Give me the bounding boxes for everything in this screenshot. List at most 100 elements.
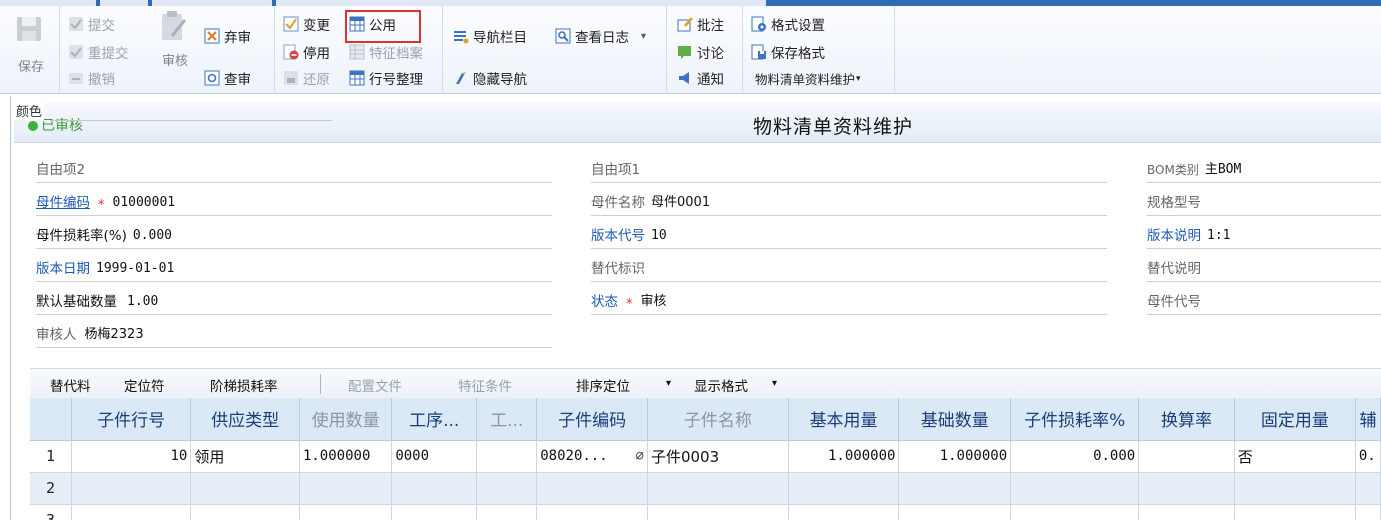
parent-alias-field[interactable]: 母件代号 — [1147, 289, 1381, 315]
col-header-line[interactable]: 子件行号 — [71, 398, 192, 441]
save-button[interactable]: 保存 — [14, 14, 48, 75]
table-row[interactable]: 3 — [30, 504, 1381, 520]
config-file-button[interactable]: 配置文件 — [348, 375, 402, 395]
annotate-button[interactable]: 批注 — [677, 14, 724, 34]
free1-field[interactable]: 自由项1 — [591, 157, 1107, 183]
cell-code[interactable]: 08020... ⌀ — [536, 440, 648, 473]
sort-locate-button[interactable]: 排序定位 — [576, 375, 630, 395]
sort-locate-dropdown-icon[interactable]: ▾ — [666, 378, 671, 389]
cell-aux[interactable] — [1355, 472, 1381, 505]
auditor-field[interactable]: 审核人 杨梅2323 — [36, 322, 552, 348]
cell-base-use[interactable] — [788, 472, 900, 505]
step-loss-button[interactable]: 阶梯损耗率 — [210, 375, 278, 395]
nav-bar-button[interactable]: 导航栏目 — [453, 26, 527, 46]
col-header-fixed[interactable]: 固定用量 — [1234, 398, 1356, 441]
cell-use-qty[interactable] — [299, 504, 393, 520]
cell-base-qty[interactable]: 1.000000 — [898, 440, 1012, 473]
parent-loss-field[interactable]: 母件损耗率(%) 0.000 — [36, 223, 552, 249]
cell-code[interactable] — [536, 472, 648, 505]
col-header-name[interactable]: 子件名称 — [647, 398, 789, 441]
bom-type-field[interactable]: BOM类别 主BOM — [1147, 157, 1381, 183]
version-desc-field[interactable]: 版本说明 1:1 — [1147, 223, 1381, 249]
check-audit-button[interactable]: 查审 — [204, 68, 251, 88]
col-header-conv[interactable]: 换算率 — [1138, 398, 1235, 441]
format-settings-button[interactable]: 格式设置 — [751, 14, 825, 34]
audit-button[interactable]: 审核 — [158, 10, 192, 69]
notify-button[interactable]: 通知 — [677, 68, 724, 88]
cell-line[interactable]: 10 — [71, 440, 192, 473]
save-format-button[interactable]: 保存格式 — [751, 42, 825, 62]
col-header-use-qty[interactable]: 使用数量 — [299, 398, 393, 441]
cell-proc2[interactable] — [476, 440, 538, 473]
cell-supply[interactable] — [190, 472, 300, 505]
cell-proc[interactable] — [391, 504, 478, 520]
color-field[interactable] — [50, 101, 332, 121]
cell-supply[interactable]: 领用 — [190, 440, 300, 473]
substitute-button[interactable]: 替代料 — [50, 375, 91, 395]
abandon-audit-button[interactable]: 弃审 — [204, 26, 251, 46]
col-header-base-qty[interactable]: 基础数量 — [898, 398, 1012, 441]
cell-line[interactable] — [71, 504, 192, 520]
discuss-button[interactable]: 讨论 — [677, 42, 724, 62]
cell-loss[interactable]: 0.000 — [1010, 440, 1140, 473]
parent-code-field[interactable]: 母件编码 * 01000001 — [36, 190, 552, 216]
cell-base-use[interactable]: 1.000000 — [788, 440, 900, 473]
table-row[interactable]: 2 — [30, 472, 1381, 505]
cell-loss[interactable] — [1010, 504, 1140, 520]
spec-field[interactable]: 规格型号 — [1147, 190, 1381, 216]
cell-code[interactable] — [536, 504, 648, 520]
replace-flag-field[interactable]: 替代标识 — [591, 256, 1107, 282]
feature-archive-button[interactable]: 特征档案 — [349, 42, 423, 62]
col-header-aux[interactable]: 辅 — [1355, 398, 1381, 441]
cell-proc2[interactable] — [476, 504, 538, 520]
col-header-supply[interactable]: 供应类型 — [190, 398, 300, 441]
cell-base-qty[interactable] — [898, 472, 1012, 505]
cell-fixed[interactable] — [1234, 472, 1356, 505]
feature-cond-button[interactable]: 特征条件 — [458, 375, 512, 395]
bom-maint-menu[interactable]: 物料清单资料维护 ▾ — [755, 69, 861, 88]
cell-conv[interactable] — [1138, 504, 1235, 520]
view-log-dropdown-icon[interactable]: ▾ — [641, 31, 646, 42]
version-date-field[interactable]: 版本日期 1999-01-01 — [36, 256, 552, 282]
parent-name-field[interactable]: 母件名称 母件0001 — [591, 190, 1107, 216]
cell-proc[interactable] — [391, 472, 478, 505]
free2-field[interactable]: 自由项2 — [36, 157, 552, 183]
cell-use-qty[interactable] — [299, 472, 393, 505]
submit-button[interactable]: 提交 — [68, 14, 115, 34]
paperclip-icon[interactable]: ⌀ — [636, 448, 644, 464]
cell-name[interactable] — [647, 472, 789, 505]
row-arrange-button[interactable]: 行号整理 — [349, 68, 423, 88]
restore-button[interactable]: 还原 — [283, 68, 330, 88]
default-base-qty-field[interactable]: 默认基础数量 1.00 — [36, 289, 552, 315]
hide-nav-button[interactable]: 隐藏导航 — [453, 68, 527, 88]
cell-supply[interactable] — [190, 504, 300, 520]
locator-button[interactable]: 定位符 — [124, 375, 165, 395]
col-header-code[interactable]: 子件编码 — [536, 398, 648, 441]
revoke-button[interactable]: 撤销 — [68, 68, 115, 88]
cell-aux[interactable]: 0. — [1355, 440, 1381, 473]
col-header-base-use[interactable]: 基本用量 — [788, 398, 900, 441]
cell-name[interactable]: 子件0003 — [647, 440, 789, 473]
parent-code-label[interactable]: 母件编码 — [36, 191, 90, 215]
cell-conv[interactable] — [1138, 440, 1235, 473]
cell-base-qty[interactable] — [898, 504, 1012, 520]
cell-proc2[interactable] — [476, 472, 538, 505]
display-format-dropdown-icon[interactable]: ▾ — [772, 378, 777, 389]
status-field[interactable]: 状态 * 审核 — [591, 289, 1107, 315]
view-log-button[interactable]: 查看日志 ▾ — [555, 26, 646, 46]
cell-name[interactable] — [647, 504, 789, 520]
version-code-field[interactable]: 版本代号 10 — [591, 223, 1107, 249]
resubmit-button[interactable]: 重提交 — [68, 42, 129, 62]
cell-base-use[interactable] — [788, 504, 900, 520]
replace-desc-field[interactable]: 替代说明 — [1147, 256, 1381, 282]
change-button[interactable]: 变更 — [283, 14, 330, 34]
col-header-loss[interactable]: 子件损耗率% — [1010, 398, 1140, 441]
display-format-button[interactable]: 显示格式 — [694, 375, 748, 395]
col-header-proc2[interactable]: 工... — [476, 398, 538, 441]
cell-line[interactable] — [71, 472, 192, 505]
disable-button[interactable]: 停用 — [283, 42, 330, 62]
cell-use-qty[interactable]: 1.000000 — [299, 440, 393, 473]
table-row[interactable]: 1 10 领用 1.000000 0000 08020... ⌀ 子件0003 1… — [30, 440, 1381, 473]
cell-fixed[interactable] — [1234, 504, 1356, 520]
cell-aux[interactable] — [1355, 504, 1381, 520]
